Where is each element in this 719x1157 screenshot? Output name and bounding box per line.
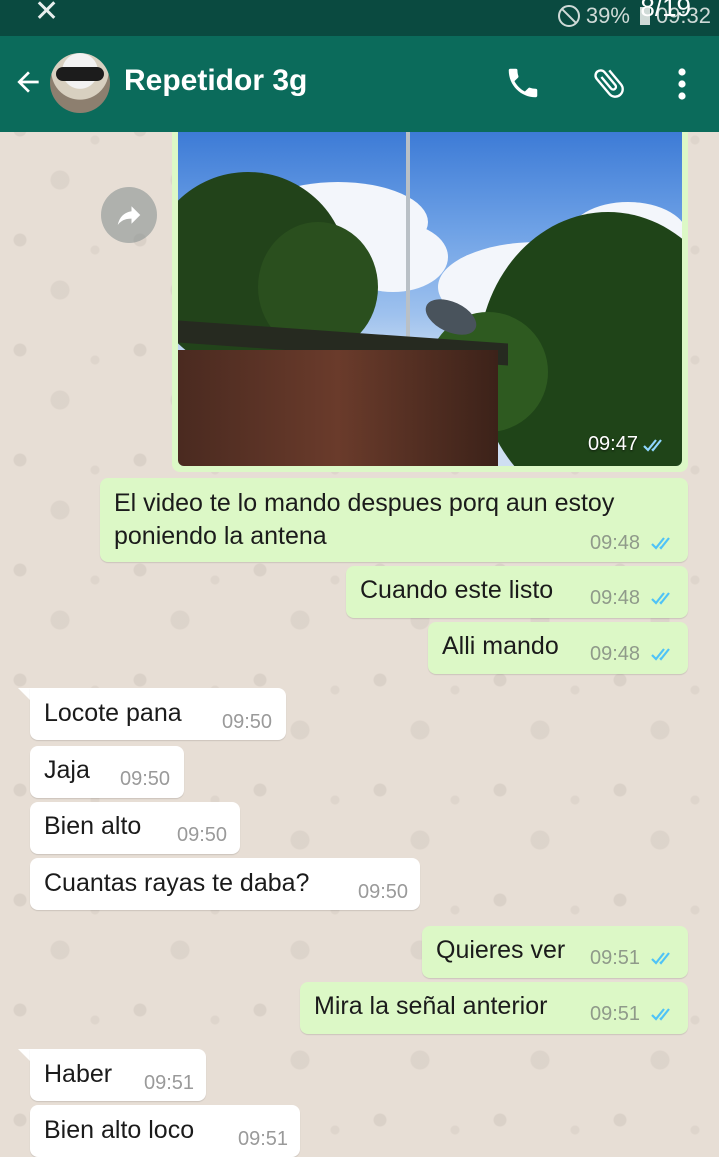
message-text: Mira la señal anterior	[314, 992, 548, 1020]
image-timestamp: 09:47	[588, 433, 670, 456]
read-ticks-icon	[651, 648, 670, 661]
message-text: El video te lo mando despues porq aun es…	[114, 489, 615, 517]
page-counter: 8/19	[640, 0, 691, 22]
message-time: 09:51	[144, 1072, 195, 1094]
message-text: Cuantas rayas te daba?	[44, 869, 310, 897]
message-outgoing[interactable]: Alli mando 09:48	[428, 622, 688, 674]
message-outgoing[interactable]: El video te lo mando despues porq aun es…	[100, 478, 688, 562]
avatar[interactable]	[50, 53, 110, 113]
read-ticks-icon	[643, 438, 662, 452]
message-text: Alli mando	[442, 632, 559, 660]
back-arrow-icon[interactable]	[12, 66, 44, 98]
chat-header: Repetidor 3g	[0, 36, 719, 132]
message-time: 09:51	[590, 1003, 641, 1025]
close-icon[interactable]: ✕	[34, 0, 59, 29]
message-incoming[interactable]: Bien alto loco 09:51	[30, 1105, 300, 1157]
message-outgoing[interactable]: Cuando este listo 09:48	[346, 566, 688, 618]
message-text: Locote pana	[44, 699, 182, 727]
call-icon[interactable]	[504, 64, 542, 102]
message-incoming[interactable]: Haber 09:51	[30, 1049, 206, 1101]
message-text: Haber	[44, 1060, 113, 1088]
message-text: Bien alto loco	[44, 1116, 195, 1144]
message-incoming[interactable]: Locote pana 09:50	[30, 688, 286, 740]
message-outgoing[interactable]: Quieres ver 09:51	[422, 926, 688, 978]
read-ticks-icon	[651, 1008, 670, 1021]
battery-percent: 39%	[585, 3, 630, 28]
message-text: Bien alto	[44, 812, 142, 840]
paperclip-icon[interactable]	[590, 64, 628, 102]
read-ticks-icon	[651, 952, 670, 965]
message-time: 09:50	[358, 881, 409, 903]
message-time: 09:50	[222, 711, 273, 733]
message-time: 09:51	[590, 947, 641, 969]
message-outgoing[interactable]: Mira la señal anterior 09:51	[300, 982, 688, 1034]
image-message[interactable]: 09:47	[172, 132, 688, 472]
message-text: Quieres ver	[436, 936, 566, 964]
read-ticks-icon	[651, 592, 670, 605]
do-not-disturb-icon	[557, 5, 580, 27]
more-vert-icon[interactable]	[670, 66, 694, 102]
message-incoming[interactable]: Cuantas rayas te daba? 09:50	[30, 858, 420, 910]
message-text: poniendo la antena	[114, 522, 327, 550]
read-ticks-icon	[651, 537, 670, 550]
message-incoming[interactable]: Bien alto 09:50	[30, 802, 240, 854]
message-time: 09:51	[238, 1128, 289, 1150]
message-time: 09:48	[590, 587, 641, 609]
message-time: 09:48	[590, 532, 641, 554]
message-text: Cuando este listo	[360, 576, 554, 604]
message-time: 09:50	[120, 768, 171, 790]
photo-antenna[interactable]: 09:47	[178, 132, 682, 466]
message-text: Jaja	[44, 756, 90, 784]
forward-icon	[117, 206, 141, 225]
status-bar: ✕ 39% 09:32 8/19	[0, 0, 719, 36]
contact-name[interactable]: Repetidor 3g	[124, 64, 307, 98]
message-time: 09:48	[590, 643, 641, 665]
message-incoming[interactable]: Jaja 09:50	[30, 746, 184, 798]
message-time: 09:50	[177, 824, 228, 846]
forward-button[interactable]	[101, 187, 157, 243]
